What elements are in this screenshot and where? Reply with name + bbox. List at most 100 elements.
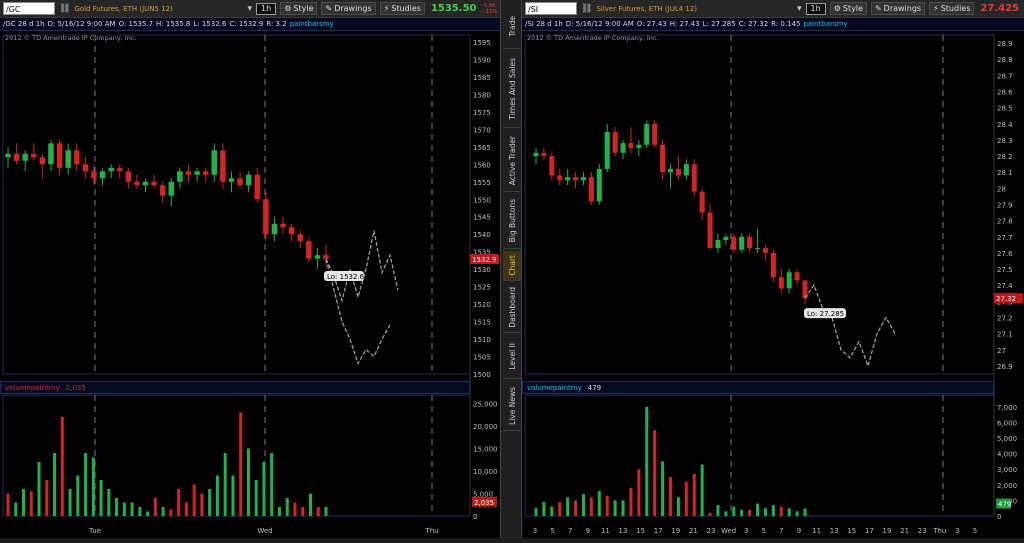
silver-price-tick: 27.4 — [997, 282, 1013, 290]
silver-volume-label[interactable]: volumepaintmy — [527, 384, 582, 392]
side-tab-dashboard[interactable]: Dashboard — [503, 283, 521, 333]
silver-volume-bar — [605, 495, 609, 516]
silver-candle — [580, 177, 587, 181]
gold-volume-bar — [169, 509, 173, 516]
gold-candle — [237, 178, 243, 186]
side-tab-label: Level II — [507, 343, 517, 370]
silver-ohlc-close: C: 27.32 — [738, 20, 769, 28]
silver-symbol-input[interactable]: /SI — [525, 2, 577, 15]
silver-candle — [644, 123, 650, 145]
gold-volume-header: volumepaintmy 2,035 — [0, 381, 470, 394]
gold-candle — [254, 174, 260, 200]
silver-volume-tag: 479 — [998, 501, 1011, 509]
gold-description: Gold Futures, ETH (JUN5 12) — [74, 4, 173, 13]
gold-drawings-button[interactable]: ✎ Drawings — [321, 2, 376, 15]
silver-style-button[interactable]: ⚙ Style — [829, 2, 867, 15]
dropdown-icon[interactable]: ▾ — [797, 4, 802, 14]
side-tab-level-ii[interactable]: Level II — [503, 335, 521, 379]
gold-volume-tick: 25,000 — [473, 401, 498, 409]
silver-candle — [778, 277, 784, 289]
side-tab-strip: Trade Times And Sales Active Trader Big But… — [500, 0, 522, 543]
silver-time-tick: 19 — [671, 527, 680, 535]
silver-studies-button[interactable]: ⚡ Studies — [929, 2, 975, 15]
silver-ohlc-high: H: 27.43 — [669, 20, 700, 28]
gold-volume-bar — [270, 453, 274, 516]
gold-candle — [220, 150, 226, 182]
gold-volume-bar — [177, 489, 181, 516]
gold-symbol-input[interactable]: /GC — [3, 2, 55, 15]
gold-price-tick: 1590 — [473, 56, 491, 64]
silver-volume-bar — [645, 406, 649, 516]
gold-candle — [245, 174, 252, 186]
silver-candle — [652, 123, 658, 145]
silver-time-tick: 21 — [900, 527, 909, 535]
gold-candle — [194, 171, 200, 175]
side-tab-chart[interactable]: Chart — [503, 251, 521, 281]
silver-volume-tick: 6,000 — [997, 419, 1017, 427]
side-tab-active-trader[interactable]: Active Trader — [503, 130, 521, 192]
link-icon[interactable]: ⛓ — [59, 4, 70, 14]
silver-price-tick: 28.8 — [997, 56, 1013, 64]
silver-candle — [541, 152, 547, 157]
gold-volume-label[interactable]: volumepaintmy — [5, 384, 60, 392]
silver-study-tag[interactable]: paintbarsmy — [803, 20, 847, 28]
gold-projection-line — [325, 230, 399, 303]
silver-volume-bar — [589, 497, 593, 516]
silver-volume-bar — [748, 509, 752, 516]
silver-candle — [747, 236, 753, 249]
gold-toolbar: /GC ⛓ Gold Futures, ETH (JUN5 12) ▾ 1h ⚙… — [0, 0, 500, 18]
silver-drawings-button[interactable]: ✎ Drawings — [870, 2, 926, 15]
silver-volume-bar — [574, 500, 578, 516]
gold-study-tag[interactable]: paintbarsmy — [290, 20, 334, 28]
gold-volume-bar — [161, 507, 165, 516]
gold-price-chart[interactable]: 1595 1590 1585 1580 1575 1570 1565 1560 1555 1550… — [0, 31, 500, 543]
silver-price-tag: 27.32 — [996, 295, 1016, 303]
gold-ohlc-range: R: 3.2 — [266, 20, 287, 28]
gold-volume-bar — [22, 489, 26, 516]
style-label: Style — [293, 4, 314, 13]
silver-price-chart[interactable]: 28.9 28.8 28.7 28.6 28.5 28.4 28.3 28.2 28.1 28 27… — [522, 31, 1024, 543]
silver-price-tick: 28.3 — [997, 137, 1013, 145]
side-tab-live-news[interactable]: Live News — [503, 381, 521, 431]
side-tab-times-and-sales[interactable]: Times And Sales — [503, 51, 521, 128]
gold-volume-bar — [208, 489, 212, 516]
gold-volume-bar — [122, 502, 126, 516]
silver-time-tick: 15 — [847, 527, 856, 535]
silver-price-tick: 27.9 — [997, 202, 1013, 210]
gold-ohlc-date: D: 5/16/12 9:00 AM — [47, 20, 116, 28]
silver-candle — [707, 212, 713, 249]
gold-candle — [134, 181, 140, 186]
gold-candle — [56, 143, 63, 168]
link-icon[interactable]: ⛓ — [581, 4, 592, 14]
silver-candle — [683, 164, 689, 176]
silver-price-tick: 26.9 — [997, 363, 1013, 371]
silver-price-tick: 28.7 — [997, 72, 1013, 80]
silver-timeframe-button[interactable]: 1h — [805, 2, 826, 15]
silver-time-tick: 13 — [619, 527, 628, 535]
gold-volume-bar — [293, 502, 297, 516]
gold-volume-bar — [308, 493, 312, 516]
side-tab-big-buttons[interactable]: Big Buttons — [503, 194, 521, 249]
gold-volume-tick: 0 — [473, 513, 477, 521]
gold-price-tick: 1540 — [473, 231, 491, 239]
silver-price-tick: 28.9 — [997, 40, 1013, 48]
gold-style-button[interactable]: ⚙ Style — [280, 2, 318, 15]
dropdown-icon[interactable]: ▾ — [248, 4, 253, 14]
silver-volume-tick: 5,000 — [997, 435, 1017, 443]
silver-low-label: Lo: 27.285 — [807, 310, 844, 318]
gold-change-pct: -.11% — [482, 8, 497, 15]
silver-price-tick: 27.6 — [997, 250, 1013, 258]
gold-price-tick: 1565 — [473, 144, 491, 152]
gold-timeframe-button[interactable]: 1h — [256, 2, 277, 15]
side-tab-trade[interactable]: Trade — [503, 4, 521, 49]
gold-candle — [125, 171, 132, 182]
gold-candle — [48, 143, 54, 165]
silver-candle — [604, 131, 610, 169]
silver-volume-pane — [524, 394, 995, 517]
gold-studies-button[interactable]: ⚡ Studies — [379, 2, 425, 15]
silver-volume-bar — [566, 497, 570, 516]
silver-volume-bar — [676, 497, 680, 516]
gold-price-tick: 1520 — [473, 301, 491, 309]
silver-volume-bar — [597, 491, 601, 516]
silver-price-tick: 28.2 — [997, 153, 1013, 161]
